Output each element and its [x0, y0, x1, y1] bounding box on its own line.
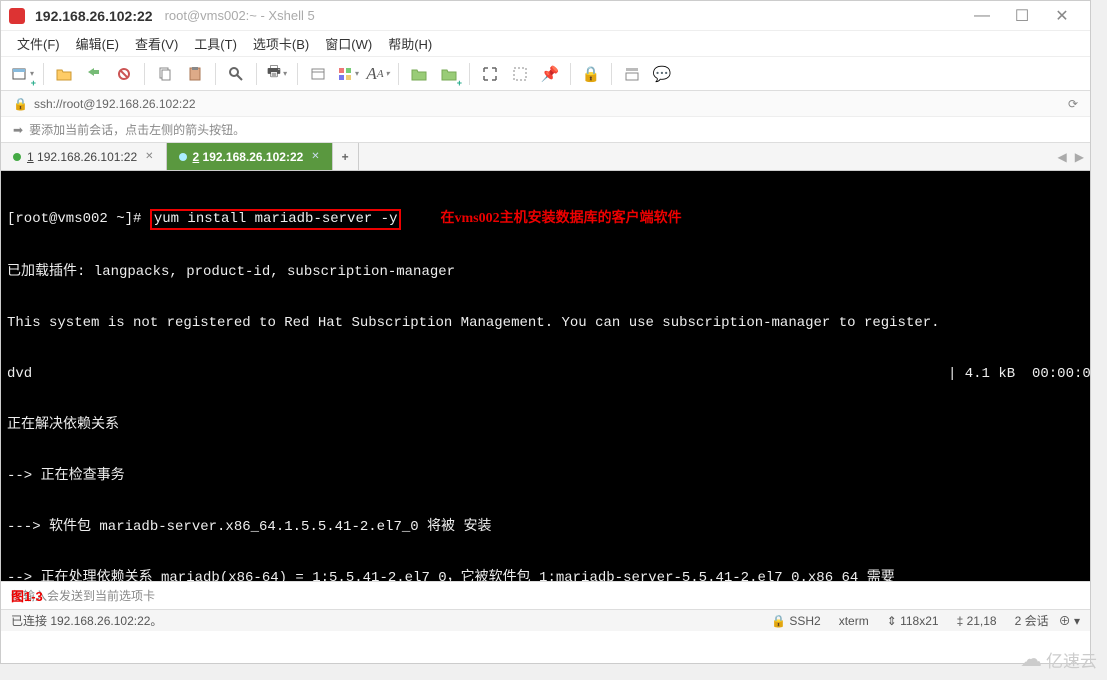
reconnect-button[interactable]: [80, 60, 108, 88]
arrow-icon[interactable]: ➡: [13, 123, 23, 137]
tab-prev-icon[interactable]: ◀: [1058, 150, 1067, 164]
titlebar: 192.168.26.102:22 root@vms002:~ - Xshell…: [1, 1, 1090, 31]
fullscreen-button[interactable]: [476, 60, 504, 88]
toolbar: +▾ 🖶▾ ▾ AA▾ + 📌 🔒 💬: [1, 57, 1090, 91]
app-icon: [9, 8, 25, 24]
menu-tab[interactable]: 选项卡(B): [247, 32, 315, 55]
tab-close-icon[interactable]: ✕: [311, 151, 319, 162]
refresh-icon[interactable]: ⟳: [1068, 97, 1078, 111]
maximize-button[interactable]: ☐: [1002, 3, 1042, 29]
status-connection: 已连接 192.168.26.102:22。: [11, 612, 162, 629]
xftp-button[interactable]: [405, 60, 433, 88]
status-sessions: 2 会话 ⊕ ▾: [1015, 612, 1080, 629]
font-button[interactable]: AA▾: [364, 60, 392, 88]
terminal-line: --> 正在处理依赖关系 mariadb(x86-64) = 1:5.5.41-…: [7, 570, 1084, 581]
menu-view[interactable]: 查看(V): [129, 32, 184, 55]
window-subtitle: root@vms002:~ - Xshell 5: [165, 8, 315, 23]
menubar: 文件(F) 编辑(E) 查看(V) 工具(T) 选项卡(B) 窗口(W) 帮助(…: [1, 31, 1090, 57]
status-dot-icon: [13, 153, 21, 161]
minimize-button[interactable]: —: [962, 3, 1002, 29]
new-session-button[interactable]: +▾: [9, 60, 37, 88]
app-window: 192.168.26.102:22 root@vms002:~ - Xshell…: [0, 0, 1091, 664]
terminal-line: dvd | 4.1 kB 00:00:00: [7, 366, 1084, 383]
terminal[interactable]: [root@vms002 ~]# yum install mariadb-ser…: [1, 171, 1090, 581]
terminal-line: --> 正在检查事务: [7, 468, 1084, 485]
color-scheme-button[interactable]: ▾: [334, 60, 362, 88]
compose-input-bar[interactable]: 图1-3 仅输入会发送到当前选项卡: [1, 581, 1090, 609]
menu-tool[interactable]: 工具(T): [188, 32, 243, 55]
hint-text: 要添加当前会话，点击左侧的箭头按钮。: [29, 121, 245, 138]
compose-bar-button[interactable]: [618, 60, 646, 88]
disconnect-button[interactable]: [110, 60, 138, 88]
tab-1[interactable]: 1 192.168.26.101:22 ✕: [1, 143, 167, 170]
tab-add-button[interactable]: +: [333, 143, 359, 170]
annotation-text: 在vms002主机安装数据库的客户端软件: [440, 211, 681, 226]
terminal-line: 已加载插件: langpacks, product-id, subscripti…: [7, 264, 1084, 281]
close-button[interactable]: ✕: [1042, 3, 1082, 29]
tab-next-icon[interactable]: ▶: [1075, 150, 1084, 164]
status-dot-icon: [179, 153, 187, 161]
lock-icon: 🔒: [13, 97, 28, 111]
paste-button[interactable]: [181, 60, 209, 88]
figure-label: 图1-3: [11, 586, 43, 605]
terminal-line: ---> 软件包 mariadb-server.x86_64.1.5.5.41-…: [7, 519, 1084, 536]
tab-bar: 1 192.168.26.101:22 ✕ 2 192.168.26.102:2…: [1, 143, 1090, 171]
status-term: xterm: [839, 614, 869, 628]
window-title: 192.168.26.102:22: [35, 8, 153, 24]
speech-button[interactable]: 💬: [648, 60, 676, 88]
window-controls: — ☐ ✕: [962, 3, 1082, 29]
menu-edit[interactable]: 编辑(E): [70, 32, 125, 55]
open-session-button[interactable]: [50, 60, 78, 88]
new-file-transfer-button[interactable]: +: [435, 60, 463, 88]
terminal-line: 正在解决依赖关系: [7, 417, 1084, 434]
watermark: ☁ 亿速云: [1020, 646, 1097, 672]
menu-file[interactable]: 文件(F): [11, 32, 66, 55]
print-button[interactable]: 🖶▾: [263, 60, 291, 88]
copy-button[interactable]: [151, 60, 179, 88]
status-cursor: ‡ 21,18: [957, 614, 997, 628]
lock-button[interactable]: 🔒: [577, 60, 605, 88]
properties-button[interactable]: [304, 60, 332, 88]
hint-bar: ➡ 要添加当前会话，点击左侧的箭头按钮。: [1, 117, 1090, 143]
tab-nav: ◀ ▶: [1052, 143, 1090, 170]
command-highlight: yum install mariadb-server -y: [150, 209, 402, 230]
status-ssh: 🔒 SSH2: [771, 614, 821, 628]
find-button[interactable]: [222, 60, 250, 88]
tab-2[interactable]: 2 192.168.26.102:22 ✕: [167, 143, 333, 170]
address-url[interactable]: ssh://root@192.168.26.102:22: [34, 97, 196, 111]
watermark-text: 亿速云: [1046, 647, 1097, 672]
status-bar: 已连接 192.168.26.102:22。 🔒 SSH2 xterm ⇕ 11…: [1, 609, 1090, 631]
transparent-button[interactable]: [506, 60, 534, 88]
cloud-icon: ☁: [1020, 646, 1042, 672]
menu-window[interactable]: 窗口(W): [319, 32, 378, 55]
menu-help[interactable]: 帮助(H): [382, 32, 438, 55]
status-size: ⇕ 118x21: [887, 614, 939, 628]
address-bar: 🔒 ssh://root@192.168.26.102:22 ⟳: [1, 91, 1090, 117]
terminal-line: This system is not registered to Red Hat…: [7, 315, 1084, 332]
always-on-top-button[interactable]: 📌: [536, 60, 564, 88]
tab-close-icon[interactable]: ✕: [145, 151, 153, 162]
